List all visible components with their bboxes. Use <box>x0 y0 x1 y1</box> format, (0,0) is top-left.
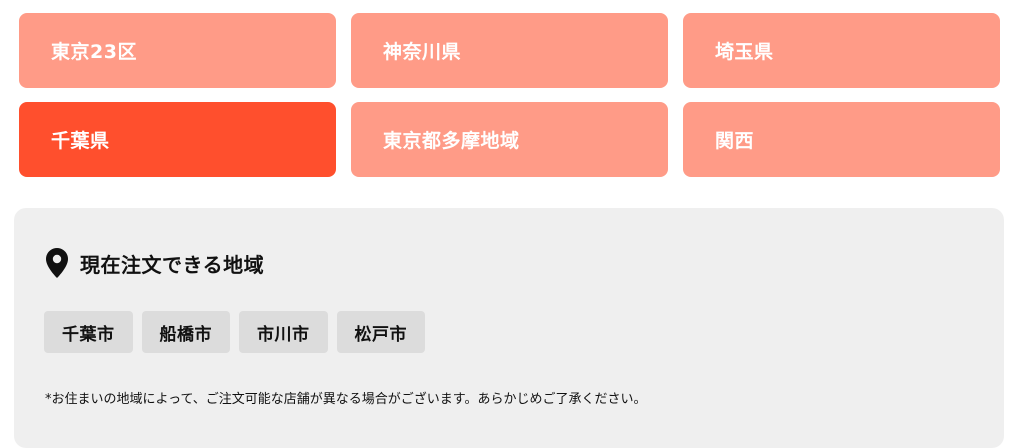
disclaimer-note: *お住まいの地域によって、ご注文可能な店舗が異なる場合がございます。あらかじめご… <box>45 392 647 407</box>
region-label: 埼玉県 <box>715 41 774 63</box>
map-pin-icon <box>46 248 68 278</box>
region-button-saitama[interactable]: 埼玉県 <box>683 13 1000 88</box>
region-button-kanagawa[interactable]: 神奈川県 <box>351 13 668 88</box>
region-label: 神奈川県 <box>383 41 462 63</box>
region-label: 千葉県 <box>51 130 110 152</box>
region-selector: 東京23区 神奈川県 埼玉県 千葉県 東京都多摩地域 関西 <box>19 13 1000 177</box>
panel-title: 現在注文できる地域 <box>80 252 265 277</box>
city-chip: 松戸市 <box>336 311 425 353</box>
region-label: 東京都多摩地域 <box>383 130 520 152</box>
city-chip: 市川市 <box>239 311 328 353</box>
city-list: 千葉市 船橋市 市川市 松戸市 <box>44 311 425 353</box>
region-label: 関西 <box>715 130 755 152</box>
region-label: 東京23区 <box>51 41 137 63</box>
region-button-tokyo-23[interactable]: 東京23区 <box>19 13 336 88</box>
region-button-kansai[interactable]: 関西 <box>683 102 1000 177</box>
available-areas-panel: 現在注文できる地域 千葉市 船橋市 市川市 松戸市 *お住まいの地域によって、ご… <box>14 208 1004 448</box>
region-button-tama[interactable]: 東京都多摩地域 <box>351 102 668 177</box>
city-chip: 船橋市 <box>141 311 230 353</box>
panel-header: 現在注文できる地域 <box>46 248 264 278</box>
region-button-chiba[interactable]: 千葉県 <box>19 102 336 177</box>
city-chip: 千葉市 <box>44 311 133 353</box>
